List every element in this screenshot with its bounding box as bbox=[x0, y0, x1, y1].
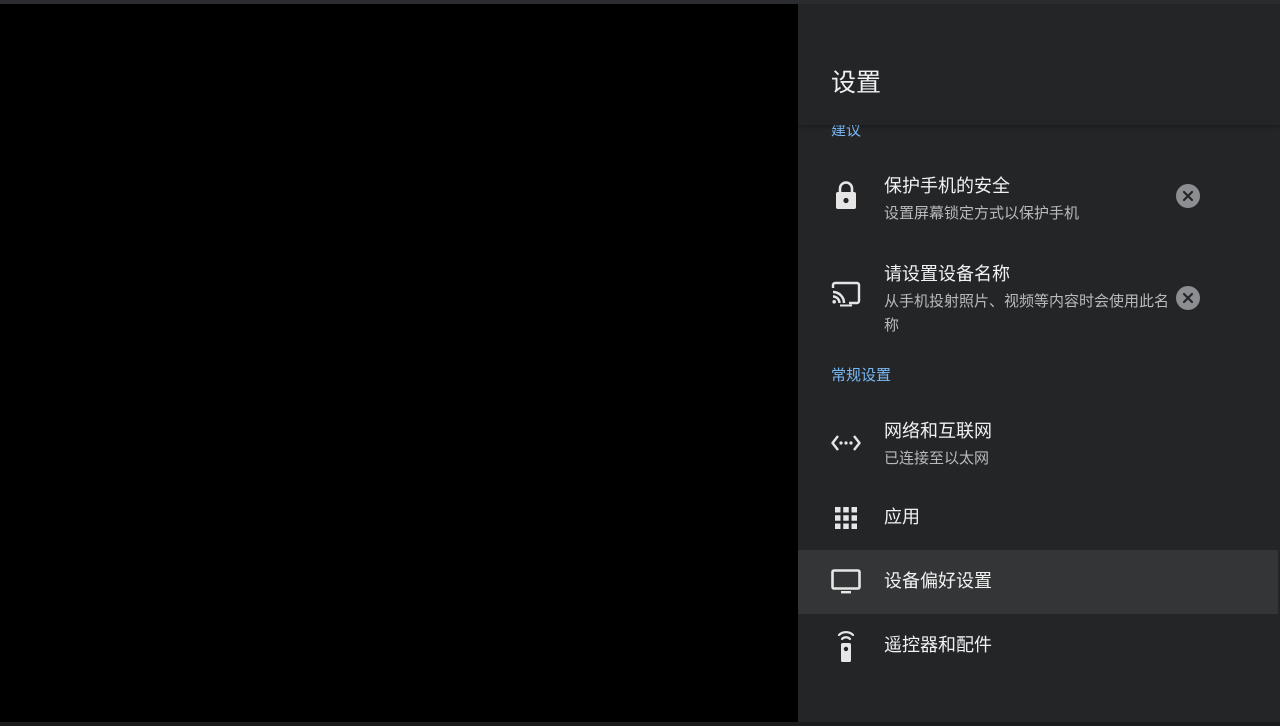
settings-item-apps[interactable]: 应用 bbox=[798, 486, 1278, 550]
ethernet-icon bbox=[831, 428, 861, 458]
apps-grid-icon bbox=[831, 503, 861, 533]
panel-header: 设置 bbox=[798, 4, 1280, 125]
suggestion-device-name[interactable]: 请设置设备名称 从手机投射照片、视频等内容时会使用此名称 bbox=[798, 248, 1278, 340]
suggestion-title: 请设置设备名称 bbox=[884, 264, 1010, 285]
close-icon bbox=[1182, 190, 1194, 202]
settings-item-title: 网络和互联网 bbox=[884, 421, 992, 442]
settings-item-remotes[interactable]: 遥控器和配件 bbox=[798, 614, 1278, 678]
section-label-general: 常规设置 bbox=[831, 366, 892, 384]
settings-item-title: 遥控器和配件 bbox=[884, 635, 992, 656]
screen: 设置 建议 保护手机的安全 设置屏幕锁定方式以保护手机 请设置设备名称 从手机投… bbox=[0, 0, 1280, 726]
suggestion-subtitle: 从手机投射照片、视频等内容时会使用此名称 bbox=[884, 292, 1170, 334]
lock-icon bbox=[831, 180, 861, 210]
bottom-edge bbox=[0, 722, 1280, 726]
settings-item-subtitle: 已连接至以太网 bbox=[884, 449, 990, 467]
cast-icon bbox=[831, 279, 861, 309]
tv-icon bbox=[831, 567, 861, 597]
remote-icon bbox=[831, 629, 861, 663]
content-area bbox=[0, 4, 798, 722]
settings-item-title: 应用 bbox=[884, 507, 920, 528]
close-icon bbox=[1182, 292, 1194, 304]
page-title: 设置 bbox=[831, 68, 882, 97]
dismiss-button[interactable] bbox=[1176, 184, 1200, 208]
settings-panel: 设置 建议 保护手机的安全 设置屏幕锁定方式以保护手机 请设置设备名称 从手机投… bbox=[798, 4, 1280, 722]
suggestion-secure-phone[interactable]: 保护手机的安全 设置屏幕锁定方式以保护手机 bbox=[798, 162, 1278, 238]
suggestion-title: 保护手机的安全 bbox=[884, 176, 1010, 197]
dismiss-button[interactable] bbox=[1176, 286, 1200, 310]
suggestion-subtitle: 设置屏幕锁定方式以保护手机 bbox=[884, 204, 1080, 222]
settings-item-network[interactable]: 网络和互联网 已连接至以太网 bbox=[798, 408, 1278, 478]
settings-item-device-preferences[interactable]: 设备偏好设置 bbox=[798, 550, 1278, 614]
settings-item-title: 设备偏好设置 bbox=[884, 571, 992, 592]
